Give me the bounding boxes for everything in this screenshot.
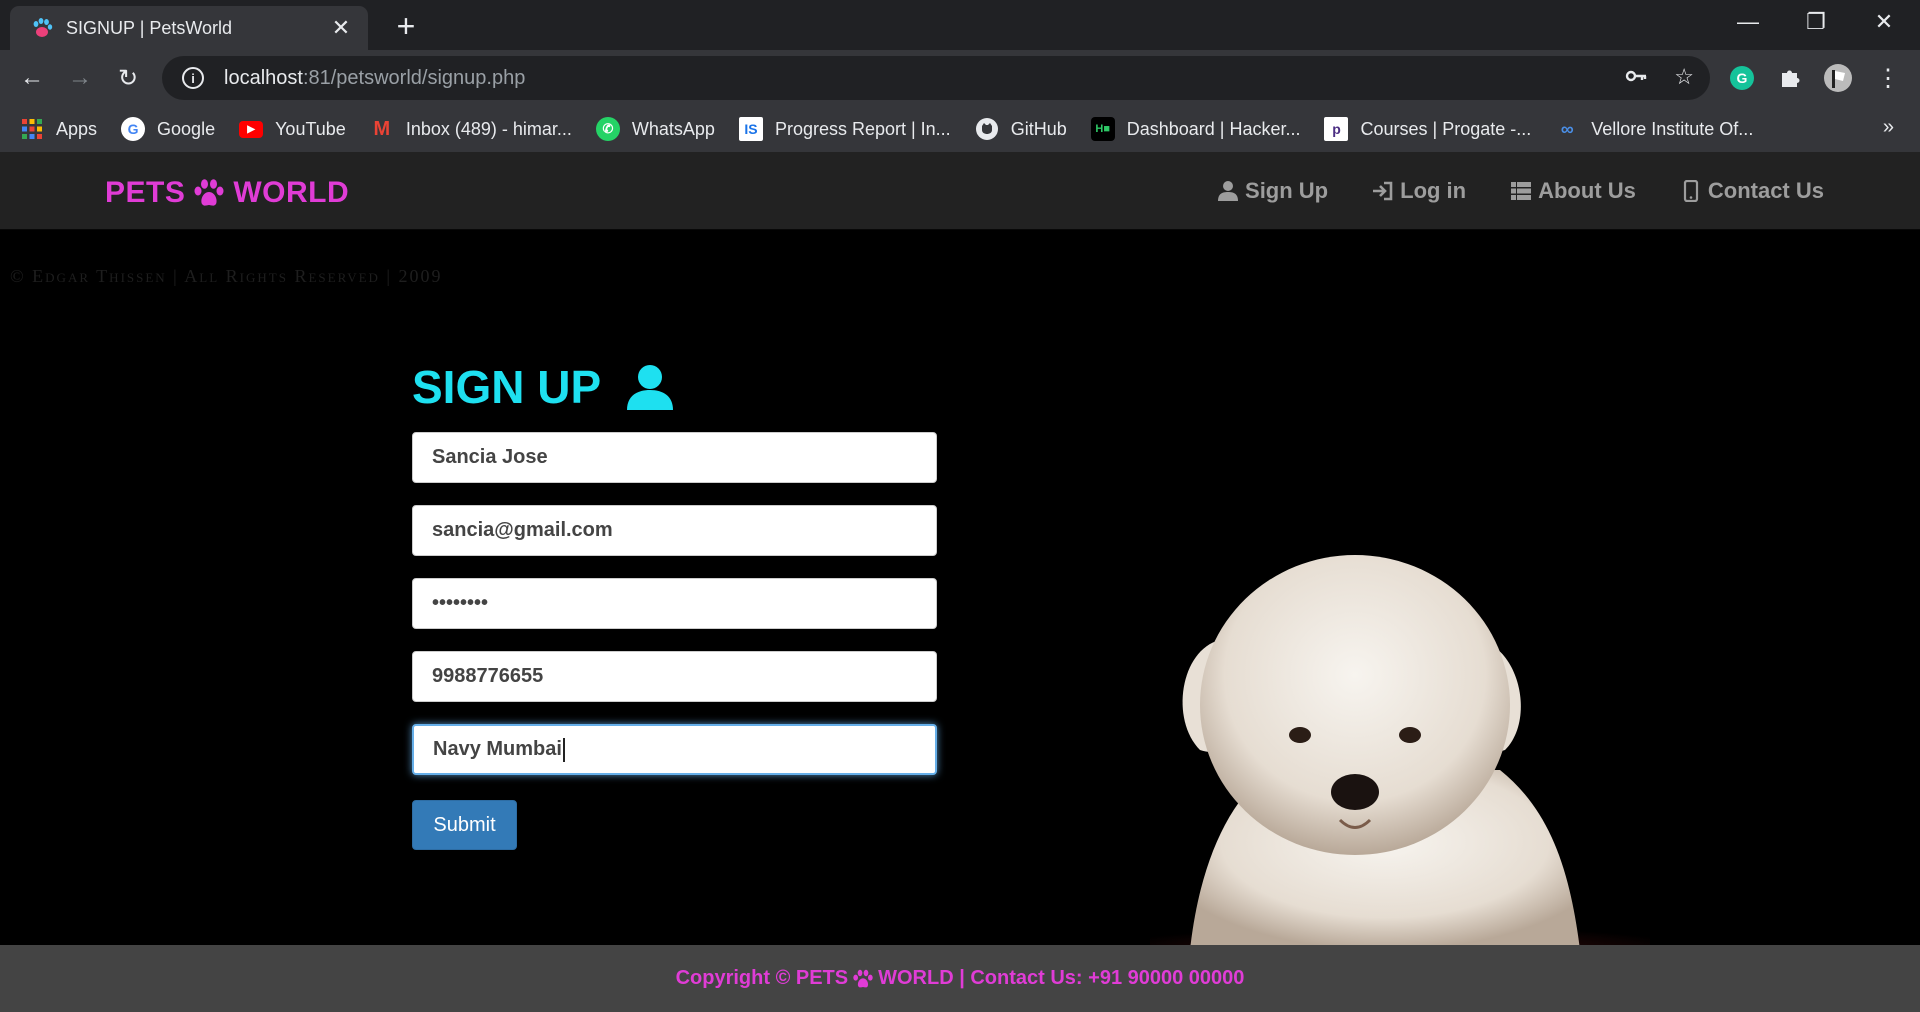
address-bar[interactable]: i localhost:81/petsworld/signup.php ☆ — [162, 56, 1710, 100]
site-nav-links: Sign Up Log in About Us Contact Us — [1217, 178, 1824, 204]
youtube-icon: ▶ — [239, 120, 264, 138]
whatsapp-icon: ✆ — [595, 117, 620, 141]
forward-button[interactable]: → — [62, 60, 98, 96]
grammarly-icon[interactable]: G — [1726, 62, 1758, 94]
site-info-icon[interactable]: i — [182, 67, 204, 89]
city-input-value: Navy Mumbai — [433, 738, 562, 760]
bookmark-github[interactable]: GitHub — [975, 117, 1067, 141]
paw-icon — [194, 179, 224, 206]
password-input[interactable]: •••••••• — [412, 578, 937, 629]
hero-background: © Edgar Thissen | All Rights Reserved | … — [0, 230, 1920, 945]
password-input-value: •••••••• — [432, 592, 489, 614]
paw-icon — [853, 969, 873, 987]
reload-button[interactable]: ↻ — [110, 60, 146, 96]
bookmark-gmail[interactable]: M Inbox (489) - himar... — [370, 117, 572, 141]
profile-avatar[interactable] — [1822, 62, 1854, 94]
browser-tabstrip: SIGNUP | PetsWorld ✕ + — ❐ ✕ — [0, 0, 1920, 50]
url-path: :81/petsworld/signup.php — [302, 66, 526, 89]
phone-input-value: 9988776655 — [432, 665, 544, 687]
extensions-puzzle-icon[interactable] — [1774, 62, 1806, 94]
bookmark-label: Dashboard | Hacker... — [1126, 118, 1301, 139]
email-input[interactable]: sancia@gmail.com — [412, 505, 937, 556]
bookmark-label: Inbox (489) - himar... — [405, 118, 572, 139]
browser-toolbar: ← → ↻ i localhost:81/petsworld/signup.ph… — [0, 50, 1920, 106]
brand-text-left: PETS — [105, 176, 186, 209]
bookmark-label: YouTube — [275, 118, 346, 139]
bookmark-progress-report[interactable]: IS Progress Report | In... — [738, 117, 951, 141]
bookmark-label: Courses | Progate -... — [1360, 118, 1532, 139]
footer-text-before: Copyright © PETS — [675, 967, 849, 989]
site-navbar: PETS WORLD Sign Up Log in About Us Conta… — [0, 152, 1920, 230]
photo-watermark: © Edgar Thissen | All Rights Reserved | … — [10, 266, 443, 286]
puppy-image — [1150, 555, 1650, 945]
restore-button[interactable]: ❐ — [1788, 0, 1844, 44]
nav-contact-us[interactable]: Contact Us — [1680, 178, 1824, 204]
nav-log-in[interactable]: Log in — [1372, 178, 1466, 204]
phone-input[interactable]: 9988776655 — [412, 651, 937, 702]
nav-label: Contact Us — [1707, 178, 1824, 203]
tab-close-icon[interactable]: ✕ — [328, 15, 354, 41]
name-input-value: Sancia Jose — [432, 446, 548, 468]
list-icon — [1511, 182, 1532, 200]
bookmark-label: GitHub — [1010, 118, 1067, 139]
nav-about-us[interactable]: About Us — [1510, 178, 1636, 204]
nav-label: Log in — [1400, 178, 1467, 203]
gmail-icon: M — [373, 117, 391, 140]
mobile-icon — [1683, 180, 1698, 202]
bookmark-google[interactable]: G Google — [121, 117, 215, 141]
footer-text-after: WORLD | Contact Us: +91 90000 00000 — [878, 967, 1245, 989]
browser-tab[interactable]: SIGNUP | PetsWorld ✕ — [10, 6, 368, 50]
name-input[interactable]: Sancia Jose — [412, 432, 937, 483]
vit-icon: ∞ — [1560, 118, 1574, 139]
back-button[interactable]: ← — [14, 60, 50, 96]
browser-menu-icon[interactable]: ⋮ — [1872, 62, 1904, 94]
tab-title: SIGNUP | PetsWorld — [66, 17, 233, 38]
bookmarks-bar: Apps G Google ▶ YouTube M Inbox (489) - … — [0, 106, 1920, 152]
bookmark-youtube[interactable]: ▶ YouTube — [239, 119, 346, 140]
bookmark-hackerrank[interactable]: H■ Dashboard | Hacker... — [1090, 117, 1301, 141]
user-icon — [627, 365, 674, 410]
svg-text:G: G — [1737, 70, 1748, 86]
city-input[interactable]: Navy Mumbai — [412, 724, 937, 775]
site-brand[interactable]: PETS WORLD — [105, 176, 349, 210]
bookmark-whatsapp[interactable]: ✆ WhatsApp — [595, 117, 715, 141]
bookmark-label: WhatsApp — [631, 118, 715, 139]
email-input-value: sancia@gmail.com — [432, 519, 613, 541]
brand-text-right: WORLD — [233, 176, 350, 209]
signup-heading: SIGN UP — [412, 360, 675, 414]
nav-sign-up[interactable]: Sign Up — [1217, 178, 1328, 204]
bookmark-label: Google — [157, 118, 216, 139]
hackerrank-icon: H■ — [1090, 117, 1115, 141]
text-caret — [562, 737, 565, 762]
bookmark-apps[interactable]: Apps — [20, 117, 97, 141]
nav-label: Sign Up — [1245, 178, 1329, 203]
login-icon — [1373, 181, 1393, 201]
apps-grid-icon — [22, 119, 42, 139]
window-close-button[interactable]: ✕ — [1856, 0, 1912, 44]
is-icon: IS — [738, 117, 763, 141]
google-icon: G — [121, 117, 146, 141]
key-icon[interactable] — [1624, 64, 1648, 88]
new-tab-button[interactable]: + — [388, 8, 424, 45]
minimize-button[interactable]: — — [1720, 0, 1776, 44]
url-host: localhost — [224, 66, 303, 89]
user-icon — [1218, 181, 1239, 201]
bookmark-star-icon[interactable]: ☆ — [1674, 64, 1694, 90]
bookmark-progate[interactable]: p Courses | Progate -... — [1324, 117, 1531, 141]
nav-label: About Us — [1538, 178, 1636, 203]
bookmark-label: Apps — [56, 118, 98, 139]
submit-button[interactable]: Submit — [412, 800, 517, 850]
signup-title-text: SIGN UP — [412, 361, 602, 413]
github-icon — [975, 118, 998, 140]
bookmark-label: Progress Report | In... — [774, 118, 951, 139]
progate-icon: p — [1324, 117, 1349, 141]
site-footer: Copyright © PETS WORLD | Contact Us: +91… — [0, 945, 1920, 1012]
bookmark-label: Vellore Institute Of... — [1591, 118, 1754, 139]
more-bookmarks-icon[interactable]: » — [1883, 116, 1894, 139]
paw-favicon-icon — [33, 18, 53, 37]
bookmark-vit[interactable]: ∞ Vellore Institute Of... — [1555, 117, 1754, 141]
